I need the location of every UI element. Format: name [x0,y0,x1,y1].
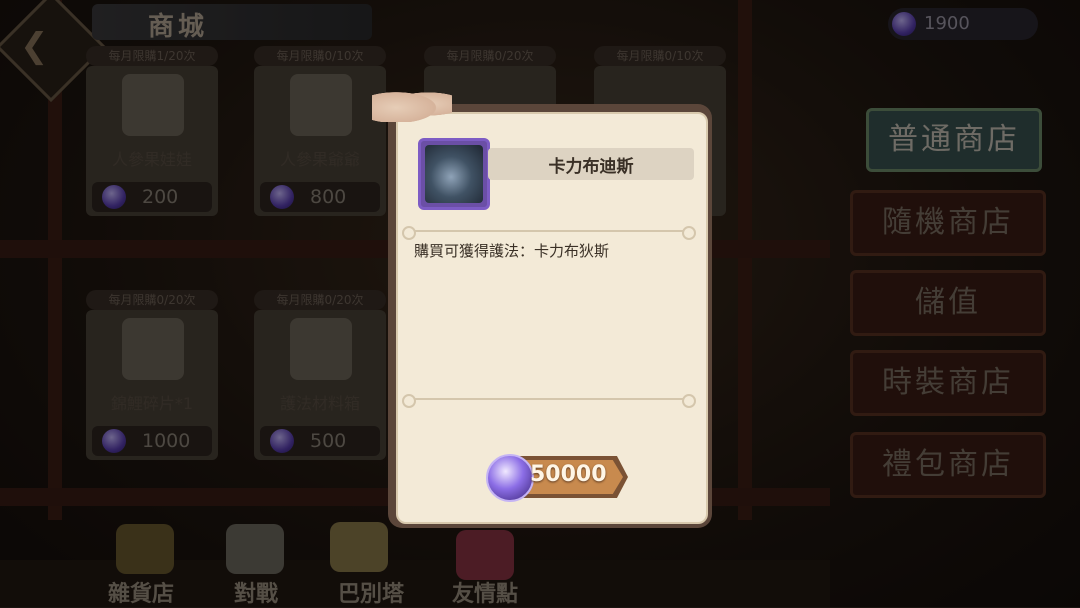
guardian-portrait [425,145,483,203]
item-title: 卡力布迪斯 [548,157,634,177]
item-name-plate: 卡力布迪斯 [488,148,694,180]
item-description: 購買可獲得護法：卡力布狄斯 [414,242,610,260]
divider [402,394,696,408]
cloud-ornament-icon [372,86,452,122]
gem-icon [486,454,534,502]
buy-price[interactable]: 50000 [530,462,607,487]
item-frame [418,138,490,210]
divider [402,226,696,240]
